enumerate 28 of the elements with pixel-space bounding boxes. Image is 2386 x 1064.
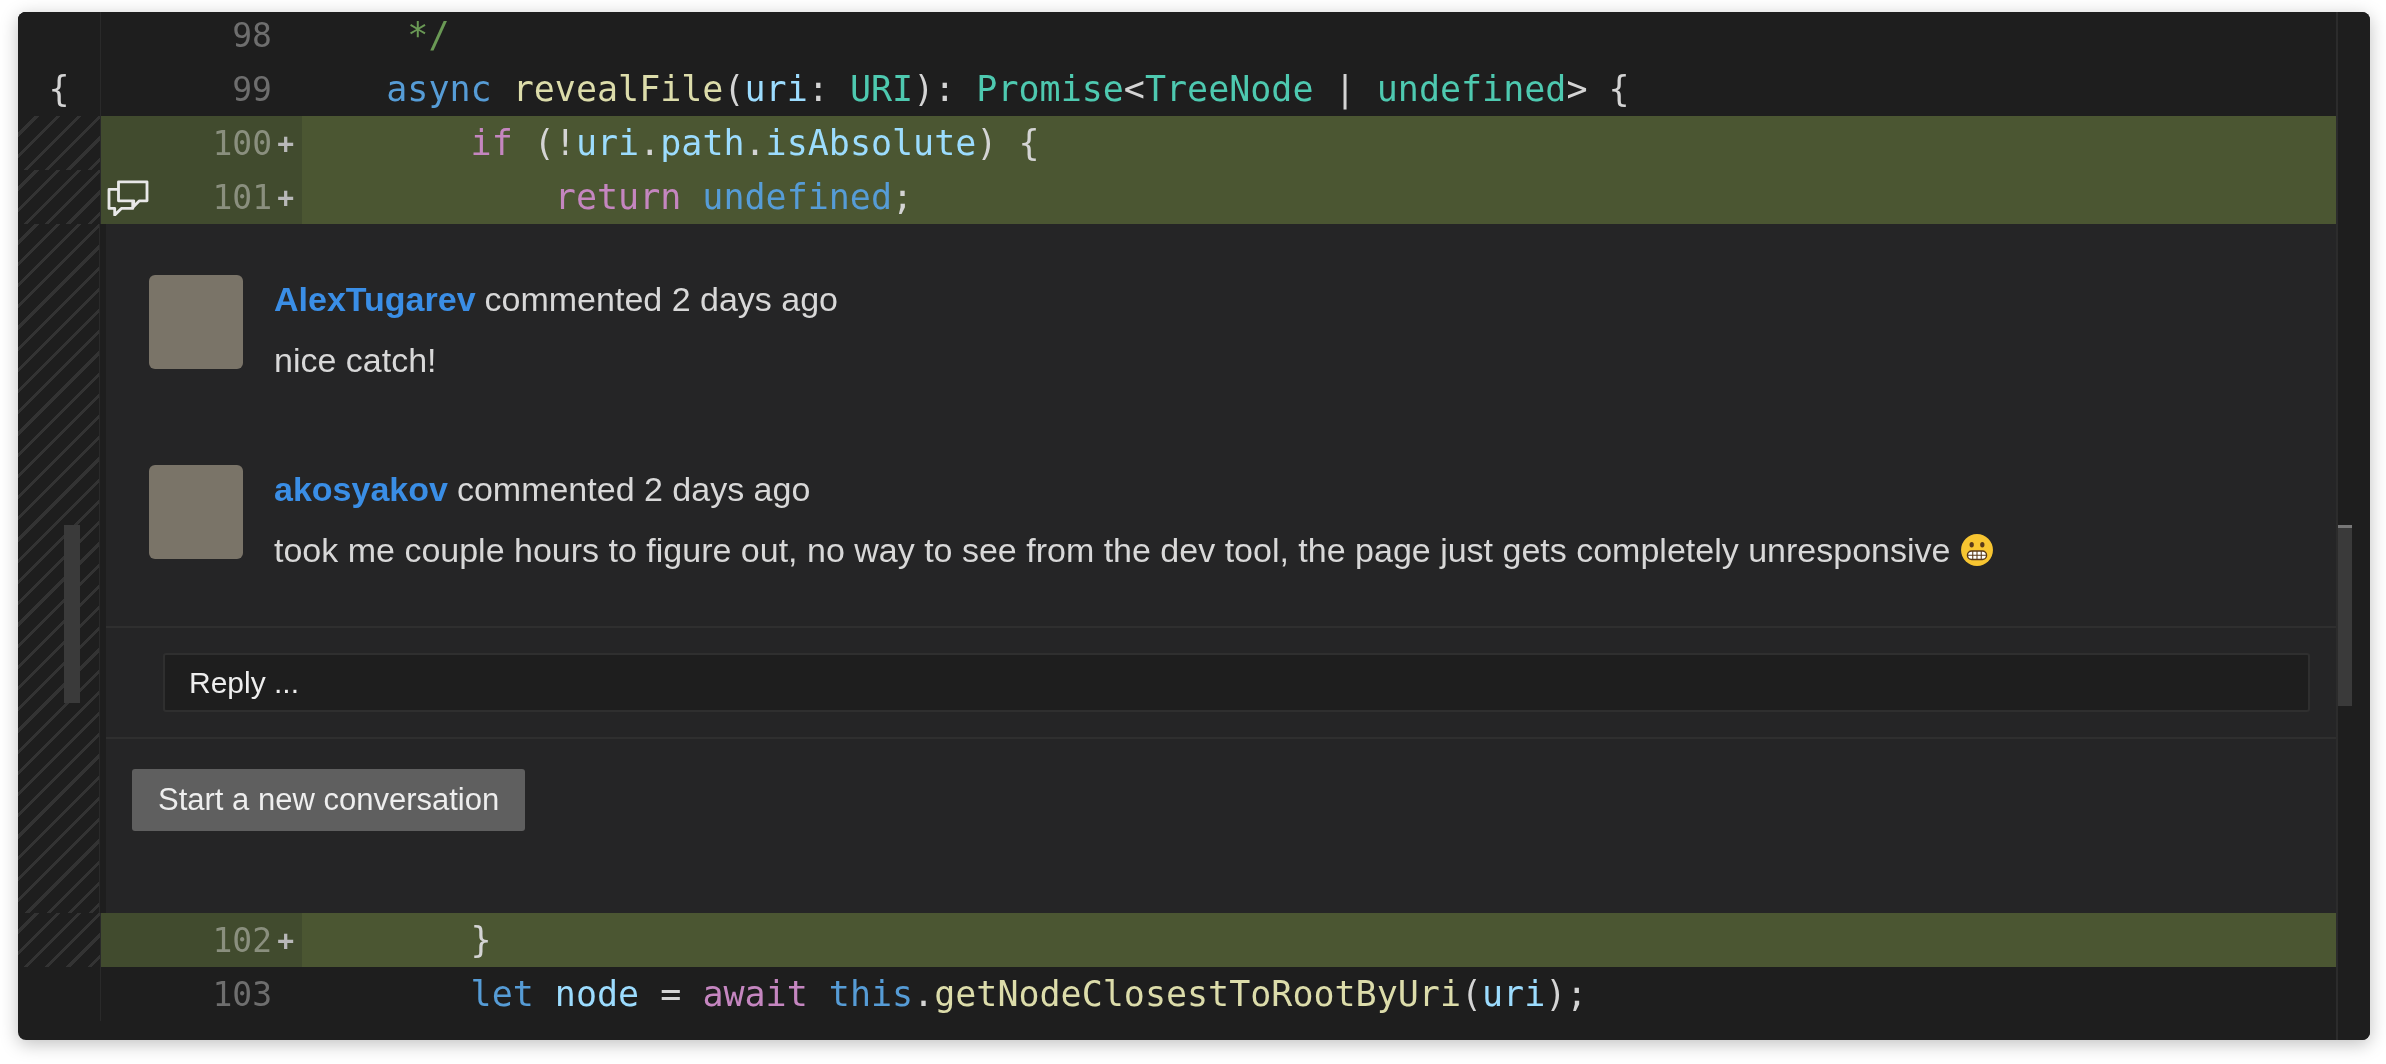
code-line: async revealFile(uri: URI): Promise<TreeNode | undefined> { — [385, 69, 1630, 109]
new-conversation-button[interactable]: Start a new conversation — [132, 769, 526, 831]
line-number: 101 — [212, 177, 272, 217]
fold-brace[interactable]: { — [48, 69, 70, 109]
grimacing-face-icon — [1960, 533, 1995, 567]
diff-marker: + — [276, 923, 294, 957]
author-link[interactable]: AlexTugarev — [274, 275, 476, 323]
diff-marker: + — [276, 180, 294, 214]
scrollbar-thumb[interactable] — [64, 525, 80, 703]
comment-icon[interactable] — [105, 178, 151, 216]
scrollbar-thumb[interactable] — [2338, 525, 2352, 706]
comment-meta: commented 2 days ago — [456, 469, 811, 510]
line-number: 98 — [232, 15, 272, 55]
code-line: let node = await this.getNodeClosestToRootByUri(uri); — [469, 974, 1588, 1014]
code-line: if (!uri.path.isAbsolute) { — [469, 123, 1040, 163]
line-number: 100 — [212, 123, 272, 163]
comment-text: took me couple hours to figure out, no way to see from the dev tool, the page just gets completely unresponsive — [274, 530, 1951, 571]
author-link[interactable]: akosyakov — [274, 465, 448, 513]
line-number: 99 — [232, 69, 272, 109]
comment-text: nice catch! — [274, 340, 437, 381]
code-line: return undefined; — [553, 177, 914, 217]
line-number: 103 — [212, 974, 272, 1014]
code-line: } — [469, 920, 492, 960]
reply-field[interactable]: Reply ... — [163, 653, 2310, 712]
code-line: */ — [406, 15, 450, 55]
diff-marker: + — [276, 126, 294, 160]
line-number: 102 — [212, 920, 272, 960]
comment-meta: commented 2 days ago — [484, 279, 838, 320]
